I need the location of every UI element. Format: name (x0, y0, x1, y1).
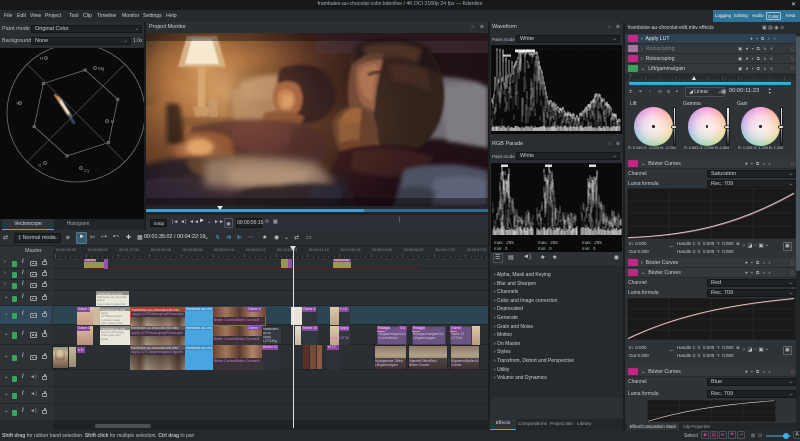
svg-text:B: B (111, 119, 114, 124)
svg-text:G: G (38, 163, 42, 168)
svg-text:Mg: Mg (98, 66, 105, 71)
svg-text:Cy: Cy (84, 168, 90, 173)
svg-text:R: R (40, 56, 44, 61)
